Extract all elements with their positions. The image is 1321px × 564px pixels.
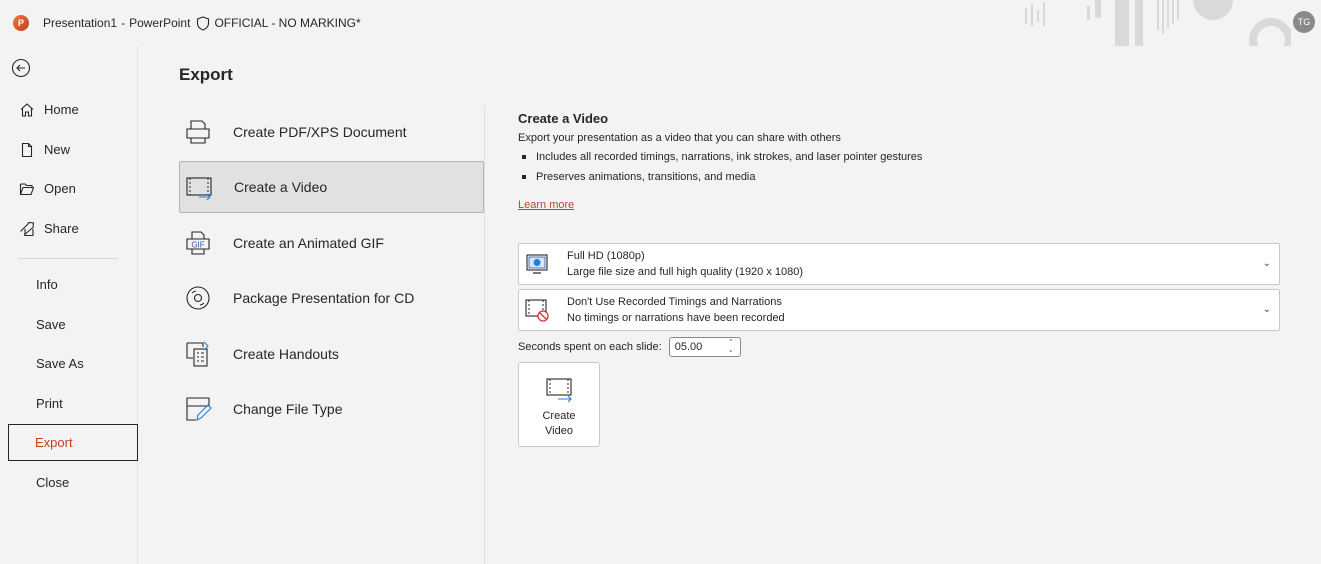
nav-open[interactable]: Open [8,170,138,207]
logo-letter: P [17,18,24,28]
chevron-down-icon: ⌄ [1262,304,1271,315]
gif-icon-text: GIF [191,241,204,250]
bullet-text: Preserves animations, transitions, and m… [536,171,756,183]
nav-label: Share [44,221,79,236]
bullet-item: Preserves animations, transitions, and m… [518,171,756,183]
quality-title: Full HD (1080p) [567,250,645,262]
nav-info[interactable]: Info [8,266,138,303]
option-create-handouts[interactable]: Create Handouts [179,328,484,380]
page-title: Export [179,65,233,84]
bullet-icon [522,155,526,159]
back-arrow-icon [11,58,31,78]
seconds-per-slide-row: Seconds spent on each slide: 05.00 ⌃ ⌄ [518,337,741,357]
folder-open-icon [18,180,36,198]
monitor-icon [523,250,551,278]
nav-label: Save [36,317,66,332]
shield-icon[interactable] [196,15,210,31]
pane-divider [484,106,485,564]
nav-save[interactable]: Save [8,306,138,343]
cd-icon [183,283,213,313]
panel-description: Export your presentation as a video that… [518,132,841,144]
seconds-value: 05.00 [674,341,703,353]
chevron-down-icon: ⌄ [1262,258,1271,269]
bullet-icon [522,175,526,179]
title-bar: P Presentation1 - PowerPoint OFFICIAL - … [0,0,1321,46]
bullet-text: Includes all recorded timings, narration… [536,151,923,163]
back-button[interactable] [10,57,32,79]
video-export-icon [543,375,575,405]
export-page: Export Create PDF/XPS Document Create a … [139,46,1321,564]
avatar-initials: TG [1297,17,1311,27]
handouts-icon [183,339,213,369]
nav-label: Open [44,181,76,196]
decorative-banner-icon [1025,0,1291,46]
nav-label: Home [44,102,79,117]
nav-print[interactable]: Print [8,385,138,422]
option-create-gif[interactable]: GIF Create an Animated GIF [179,217,484,269]
nav-label: Info [36,277,58,292]
timings-subtitle: No timings or narrations have been recor… [567,312,785,324]
nav-label: Save As [36,356,84,371]
learn-more-link[interactable]: Learn more [518,199,574,211]
avatar[interactable]: TG [1293,11,1315,33]
create-video-button[interactable]: Create Video [518,362,600,447]
change-file-type-icon [183,394,213,424]
document-name: Presentation1 [43,16,118,30]
option-label: Create Handouts [233,346,339,362]
option-create-pdf[interactable]: Create PDF/XPS Document [179,106,484,158]
nav-label: New [44,142,71,157]
option-create-video[interactable]: Create a Video [179,161,484,213]
create-button-label: Create [542,410,576,422]
bullet-item: Includes all recorded timings, narration… [518,151,922,163]
create-button-label: Video [545,425,573,437]
nav-divider [18,258,118,259]
sensitivity-label[interactable]: OFFICIAL - NO MARKING* [214,16,360,30]
backstage-nav: Home New Open Share Info Save Save As Pr… [0,46,138,564]
stepper-arrows-icon[interactable]: ⌃ ⌄ [728,339,734,355]
powerpoint-logo-icon: P [13,15,29,31]
nav-home[interactable]: Home [8,91,138,128]
panel-title: Create a Video [518,111,609,126]
new-document-icon [18,141,36,159]
option-label: Change File Type [233,401,343,417]
option-label: Create PDF/XPS Document [233,124,407,140]
gif-icon: GIF [183,228,213,258]
nav-label: Close [36,475,70,490]
nav-save-as[interactable]: Save As [8,345,138,382]
video-quality-dropdown[interactable]: Full HD (1080p) Large file size and full… [518,243,1280,285]
nav-new[interactable]: New [8,131,138,168]
seconds-stepper[interactable]: 05.00 ⌃ ⌄ [668,337,741,357]
option-package-cd[interactable]: Package Presentation for CD [179,272,484,324]
nav-export[interactable]: Export [8,424,138,461]
pdf-document-icon [183,117,213,147]
seconds-label: Seconds spent on each slide: [518,341,662,353]
app-name: PowerPoint [129,16,191,30]
option-label: Package Presentation for CD [233,290,415,306]
quality-subtitle: Large file size and full high quality (1… [567,266,804,278]
option-label: Create a Video [234,179,328,195]
option-label: Create an Animated GIF [233,235,384,251]
video-export-icon [184,172,214,202]
title-separator: - [121,16,126,30]
nav-close[interactable]: Close [8,464,138,501]
no-timings-icon [523,296,551,324]
nav-label: Print [36,396,63,411]
timings-dropdown[interactable]: Don't Use Recorded Timings and Narration… [518,289,1280,331]
nav-label: Export [35,435,73,450]
timings-title: Don't Use Recorded Timings and Narration… [567,296,782,308]
home-icon [18,101,36,119]
nav-share[interactable]: Share [8,210,138,247]
share-icon [18,220,36,238]
option-change-file-type[interactable]: Change File Type [179,383,484,435]
